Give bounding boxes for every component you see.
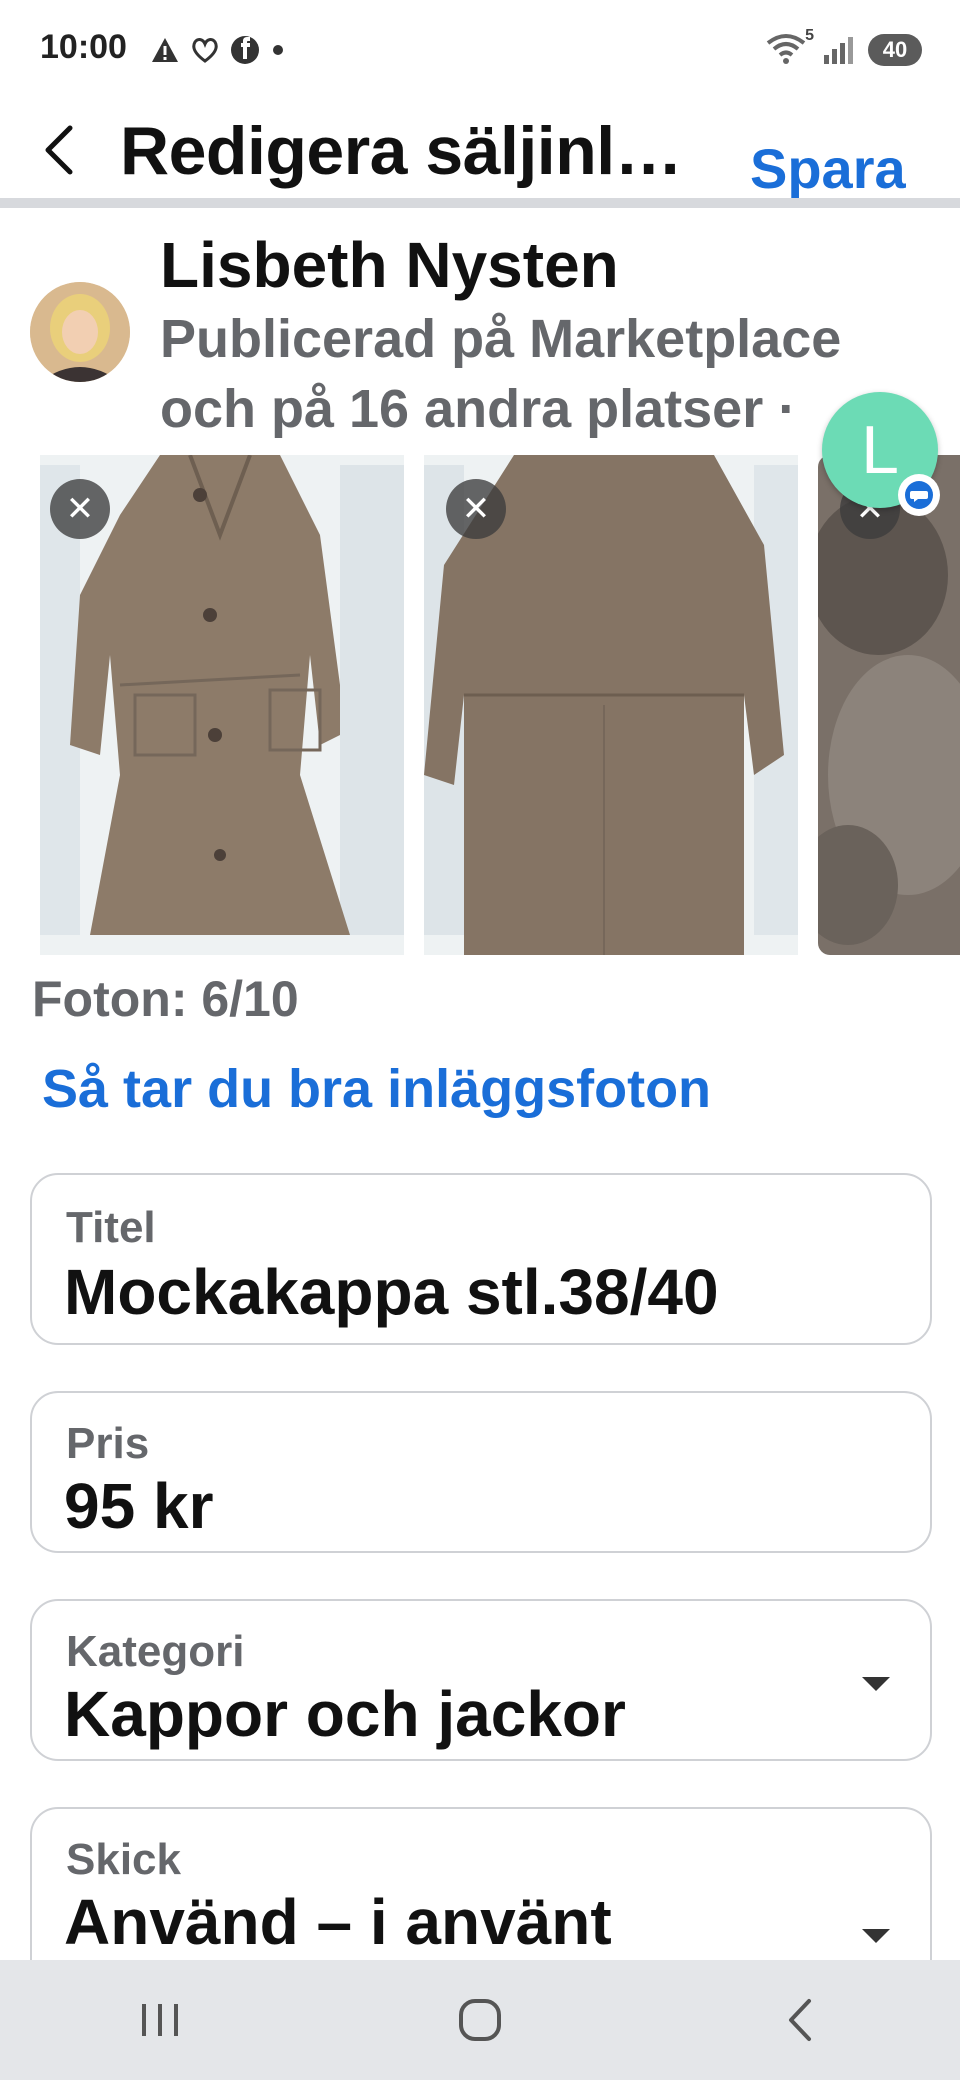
condition-label: Skick [66, 1835, 181, 1884]
price-value[interactable]: 95 kr [64, 1469, 213, 1543]
save-button[interactable]: Spara [750, 136, 906, 200]
home-icon [459, 1999, 501, 2041]
wifi-icon: 5 [766, 27, 814, 67]
heart-hands-icon [192, 38, 218, 63]
category-value[interactable]: Kappor och jackor [64, 1677, 626, 1751]
back-button[interactable] [30, 120, 90, 180]
app-header: Redigera säljinl… Spara [0, 100, 960, 200]
battery-indicator: 40 [868, 34, 922, 66]
seller-name[interactable]: Lisbeth Nysten [160, 228, 619, 302]
system-navigation-bar [0, 1960, 960, 2080]
recent-apps-button[interactable] [100, 1970, 220, 2070]
warning-icon [152, 38, 178, 62]
photo-carousel[interactable]: ✕ ✕ ✕ [0, 455, 960, 955]
photo-thumbnail[interactable]: ✕ [40, 455, 404, 955]
price-label: Pris [66, 1419, 150, 1468]
photo-thumbnail[interactable]: ✕ [424, 455, 798, 955]
back-chevron-icon [789, 1999, 811, 2041]
facebook-icon [231, 36, 259, 64]
page-title: Redigera säljinl… [120, 113, 683, 189]
wifi-badge: 5 [805, 27, 814, 44]
seller-avatar[interactable] [30, 282, 130, 382]
chevron-down-icon [862, 1677, 890, 1691]
system-back-button[interactable] [740, 1970, 860, 2070]
photo-thumbnail[interactable]: ✕ [818, 455, 960, 955]
title-label: Titel [66, 1203, 156, 1252]
status-bar: 10:00 5 40 [0, 0, 960, 100]
home-button[interactable] [420, 1970, 540, 2070]
status-system-icons: 5 40 [766, 27, 922, 70]
dot-icon [273, 45, 283, 55]
chevron-down-icon [862, 1929, 890, 1943]
photo-count: Foton: 6/10 [32, 971, 299, 1027]
status-notification-icons [150, 32, 286, 68]
remove-photo-button[interactable]: ✕ [50, 479, 110, 539]
title-field[interactable]: Titel Mockakappa stl.38/40 [30, 1173, 932, 1345]
price-field[interactable]: Pris 95 kr [30, 1391, 932, 1553]
condition-value[interactable]: Använd – i använt [64, 1885, 612, 1959]
header-divider [0, 198, 960, 208]
remove-photo-button[interactable]: ✕ [446, 479, 506, 539]
category-label: Kategori [66, 1627, 245, 1676]
status-time: 10:00 [40, 28, 127, 66]
category-dropdown[interactable]: Kategori Kappor och jackor [30, 1599, 932, 1761]
messenger-badge [898, 474, 940, 516]
title-value[interactable]: Mockakappa stl.38/40 [64, 1255, 719, 1329]
recent-apps-icon [142, 2004, 178, 2036]
publish-info[interactable]: Publicerad på Marketplace och på 16 andr… [160, 304, 920, 444]
signal-icon [824, 37, 853, 64]
message-bubble-icon [905, 481, 933, 509]
back-arrow-icon [45, 125, 73, 175]
photo-tips-link[interactable]: Så tar du bra inläggsfoton [42, 1058, 711, 1120]
